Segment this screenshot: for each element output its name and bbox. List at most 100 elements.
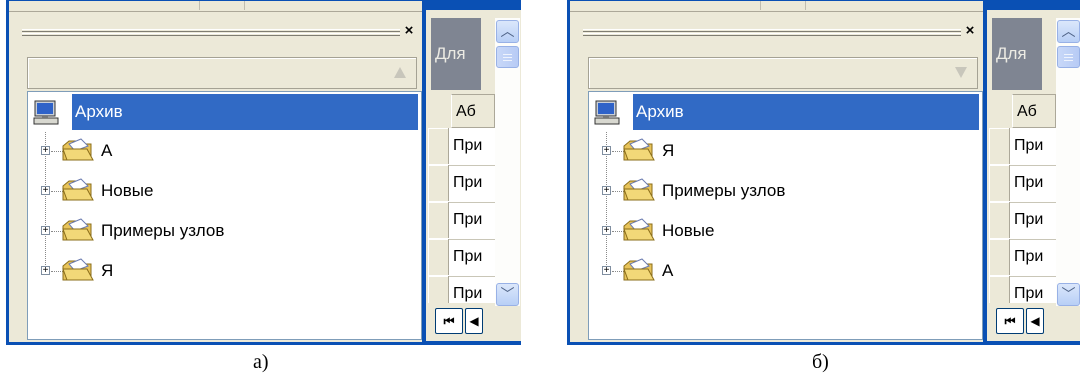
tree-pane: × Архив + А + Новые + Примеры узлов + Я	[9, 1, 422, 342]
tree-view: Архив + А + Новые + Примеры узлов + Я	[27, 91, 422, 340]
first-record-icon[interactable]: ⏮	[996, 308, 1024, 334]
tree-node[interactable]: + Новые	[589, 212, 982, 250]
row-indicator[interactable]	[428, 202, 449, 238]
table-row[interactable]: При	[989, 128, 1056, 166]
row-cell: При	[1014, 248, 1044, 265]
close-icon[interactable]: ×	[963, 23, 977, 38]
row-cell: При	[1014, 285, 1044, 302]
plus-expander-icon[interactable]: +	[41, 186, 50, 196]
folder-icon	[61, 136, 95, 164]
row-cell: При	[1014, 137, 1044, 154]
tree-node[interactable]: + Я	[589, 132, 982, 170]
table-row[interactable]: При	[428, 276, 495, 303]
tree-node-label: А	[101, 141, 113, 160]
table-row[interactable]: При	[989, 276, 1056, 303]
row-indicator[interactable]	[989, 165, 1010, 201]
caption-a: а)	[253, 351, 269, 373]
row-cell: При	[453, 174, 483, 191]
folder-icon	[61, 176, 95, 204]
prev-record-icon[interactable]: ◀	[1026, 308, 1044, 334]
panel-b: × Архив + Я + Примеры узлов + Новые + А …	[567, 0, 1080, 345]
table-row[interactable]: При	[428, 202, 495, 240]
prev-record-icon[interactable]: ◀	[465, 308, 483, 334]
row-cell: При	[453, 137, 483, 154]
tree-root[interactable]: Архив	[28, 92, 421, 132]
tree-node-label: Новые	[662, 221, 715, 240]
row-indicator[interactable]	[428, 128, 449, 164]
table-row[interactable]: При	[428, 128, 495, 166]
chevron-down-icon[interactable]: ﹀	[496, 283, 519, 306]
sort-arrow-icon	[394, 67, 406, 78]
list-header-tab[interactable]: Для	[992, 18, 1042, 90]
tree-node[interactable]: + Я	[28, 252, 421, 290]
tree-root-label: Архив	[633, 94, 979, 130]
list-header-tab[interactable]: Для	[431, 18, 481, 90]
record-nav-bar: ⏮ ◀	[431, 306, 521, 339]
tree-node[interactable]: + А	[589, 252, 982, 290]
row-indicator[interactable]	[989, 276, 1010, 303]
computer-icon	[32, 100, 60, 126]
table-row[interactable]: При	[989, 239, 1056, 277]
tree-root[interactable]: Архив	[589, 92, 982, 132]
tree-node-label: Я	[662, 141, 675, 160]
computer-icon	[593, 100, 621, 126]
plus-expander-icon[interactable]: +	[602, 266, 611, 276]
scroll-thumb[interactable]	[1057, 46, 1080, 68]
list-rows: При При При При При	[428, 128, 495, 303]
table-row[interactable]: При	[989, 202, 1056, 240]
row-indicator[interactable]	[989, 202, 1010, 238]
close-icon[interactable]: ×	[402, 23, 416, 38]
folder-icon	[61, 216, 95, 244]
row-indicator[interactable]	[989, 128, 1010, 164]
tree-view: Архив + Я + Примеры узлов + Новые + А	[588, 91, 983, 340]
tree-node[interactable]: + Примеры узлов	[589, 172, 982, 210]
table-row[interactable]: При	[428, 239, 495, 277]
sort-header[interactable]	[27, 57, 417, 89]
row-cell: При	[453, 248, 483, 265]
row-cell: При	[453, 285, 483, 302]
table-row[interactable]: При	[989, 165, 1056, 203]
tree-node-label: Примеры узлов	[662, 181, 786, 200]
chevron-up-icon[interactable]: ︿	[496, 20, 519, 43]
row-indicator[interactable]	[428, 165, 449, 201]
vertical-scrollbar[interactable]: ︿ ﹀	[495, 18, 520, 311]
tree-node-label: А	[662, 261, 674, 280]
plus-expander-icon[interactable]: +	[41, 226, 50, 236]
vertical-scrollbar[interactable]: ︿ ﹀	[1056, 18, 1080, 311]
record-nav-bar: ⏮ ◀	[992, 306, 1080, 339]
chevron-down-icon[interactable]: ﹀	[1057, 283, 1080, 306]
row-cell: При	[1014, 174, 1044, 191]
plus-expander-icon[interactable]: +	[41, 266, 50, 276]
row-indicator[interactable]	[428, 276, 449, 303]
scroll-thumb[interactable]	[496, 46, 519, 68]
row-cell: При	[453, 211, 483, 228]
first-record-icon[interactable]: ⏮	[435, 308, 463, 334]
row-indicator[interactable]	[428, 239, 449, 275]
tree-node[interactable]: + А	[28, 132, 421, 170]
list-pane: Для Аб При При При При При ︿ ﹀ ⏮ ◀	[426, 10, 521, 341]
row-cell: При	[1014, 211, 1044, 228]
column-header[interactable]: Аб	[451, 94, 495, 128]
folder-icon	[622, 136, 656, 164]
list-pane: Для Аб При При При При При ︿ ﹀ ⏮ ◀	[987, 10, 1080, 341]
top-strip	[9, 1, 422, 12]
plus-expander-icon[interactable]: +	[602, 226, 611, 236]
tree-node[interactable]: + Примеры узлов	[28, 212, 421, 250]
pane-grip[interactable]	[22, 29, 400, 36]
plus-expander-icon[interactable]: +	[41, 146, 50, 156]
folder-icon	[622, 176, 656, 204]
pane-grip[interactable]	[583, 29, 961, 36]
plus-expander-icon[interactable]: +	[602, 146, 611, 156]
panel-a: × Архив + А + Новые + Примеры узлов + Я …	[6, 0, 521, 345]
tree-node-label: Примеры узлов	[101, 221, 225, 240]
table-row[interactable]: При	[428, 165, 495, 203]
tree-node[interactable]: + Новые	[28, 172, 421, 210]
plus-expander-icon[interactable]: +	[602, 186, 611, 196]
folder-icon	[622, 256, 656, 284]
tree-pane: × Архив + Я + Примеры узлов + Новые + А	[570, 1, 983, 342]
caption-b: б)	[812, 351, 829, 373]
sort-header[interactable]	[588, 57, 978, 89]
row-indicator[interactable]	[989, 239, 1010, 275]
column-header[interactable]: Аб	[1012, 94, 1056, 128]
chevron-up-icon[interactable]: ︿	[1057, 20, 1080, 43]
